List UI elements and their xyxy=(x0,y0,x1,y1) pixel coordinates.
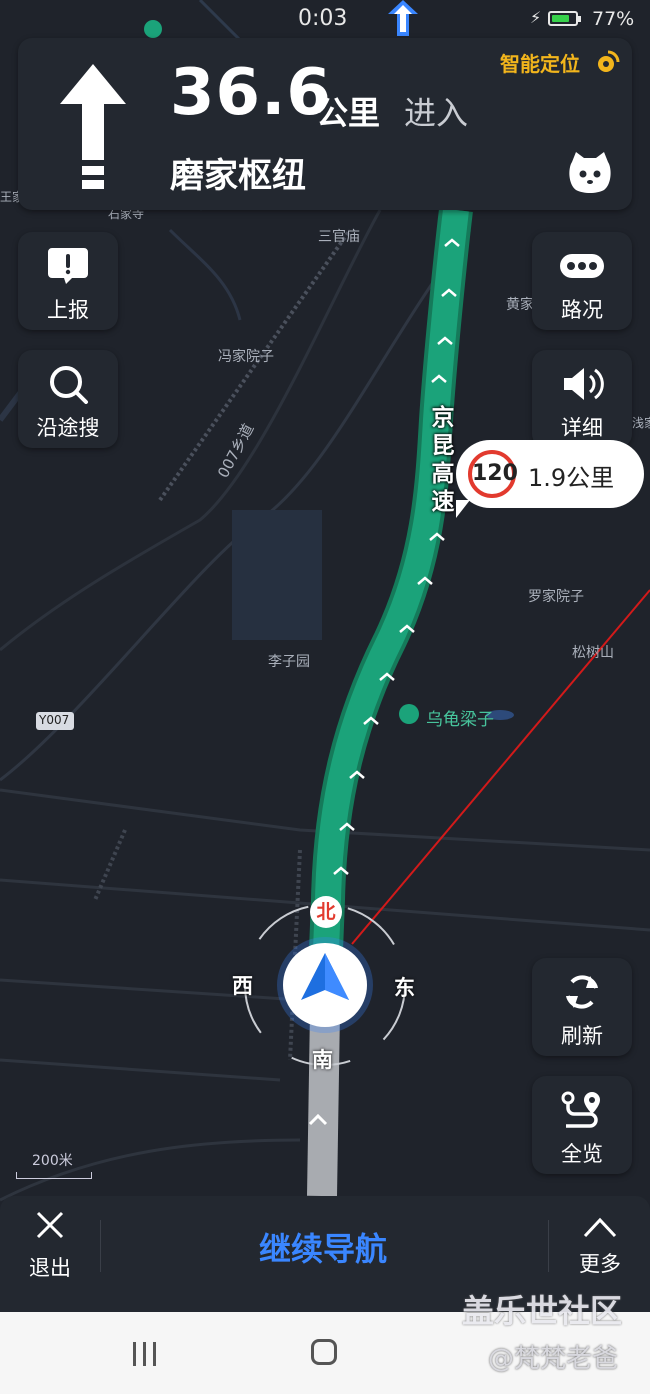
status-bar: 0:03 ⚡ 77% xyxy=(0,0,650,40)
refresh-icon xyxy=(566,975,598,1009)
next-road-name: 磨家枢纽 xyxy=(170,156,306,196)
maneuver-action: 进入 xyxy=(404,94,469,132)
road-badge: Y007 xyxy=(39,713,70,727)
report-label: 上报 xyxy=(47,298,89,322)
compass-south: 南 xyxy=(312,1048,333,1072)
map-scale: 200米 xyxy=(16,1150,92,1179)
watermark-user: @梵梵老爸 xyxy=(488,1344,619,1374)
recent-apps-icon[interactable] xyxy=(130,1342,160,1366)
speaker-icon xyxy=(564,368,604,400)
compass-east: 东 xyxy=(394,976,415,1000)
exit-button[interactable]: 退出 xyxy=(22,1210,78,1282)
continue-navigation-button[interactable]: 继续导航 xyxy=(100,1224,546,1270)
map-label: 李子园 xyxy=(268,654,310,670)
clock: 0:03 xyxy=(298,6,348,31)
overview-icon xyxy=(561,1091,600,1128)
route-name-label: 京 昆 高 速 xyxy=(431,405,455,515)
divider xyxy=(548,1220,549,1272)
speed-limit-sign: 120 xyxy=(468,450,518,498)
poi-label[interactable]: 乌龟梁子 xyxy=(426,705,494,730)
remaining-distance: 36.6 xyxy=(170,56,332,130)
report-icon xyxy=(48,248,88,284)
traffic-icon xyxy=(560,254,604,278)
mascot-avatar-icon[interactable] xyxy=(566,150,614,194)
exit-label: 退出 xyxy=(29,1256,71,1280)
overview-button[interactable]: 全览 xyxy=(532,1076,632,1174)
search-along-button[interactable]: 沿途搜 xyxy=(18,350,118,448)
turn-instruction-card: 36.6 公里 进入 磨家枢纽 智能定位 xyxy=(18,38,632,210)
battery-icon xyxy=(548,11,581,26)
map-label: 三官庙 xyxy=(318,229,360,245)
satellite-icon[interactable] xyxy=(592,48,620,76)
watermark-site: 盖乐世社区 xyxy=(462,1292,623,1330)
voice-detail-label: 详细 xyxy=(561,416,603,440)
map-label: 冯家院子 xyxy=(218,349,274,365)
scale-bar xyxy=(16,1172,92,1179)
overview-label: 全览 xyxy=(561,1142,603,1166)
speed-camera-bubble: 120 1.9公里 xyxy=(456,440,644,518)
map-label: 浅家 xyxy=(632,416,650,430)
smart-location-label[interactable]: 智能定位 xyxy=(500,48,580,77)
refresh-button[interactable]: 刷新 xyxy=(532,958,632,1056)
more-label: 更多 xyxy=(579,1252,621,1276)
traffic-label: 路况 xyxy=(561,298,603,322)
straight-arrow-icon xyxy=(60,64,126,189)
voice-detail-button[interactable]: 详细 xyxy=(532,350,632,448)
search-icon xyxy=(50,366,88,404)
traffic-button[interactable]: 路况 xyxy=(532,232,632,330)
chevron-up-icon xyxy=(583,1217,617,1238)
refresh-label: 刷新 xyxy=(561,1024,603,1048)
scale-label: 200米 xyxy=(32,1153,73,1169)
charging-icon: ⚡ xyxy=(530,8,542,27)
home-icon[interactable] xyxy=(311,1339,337,1365)
map-label: 黄家 xyxy=(506,297,534,313)
compass-north: 北 xyxy=(310,896,342,928)
report-button[interactable]: 上报 xyxy=(18,232,118,330)
compass-west: 西 xyxy=(232,974,253,998)
navigation-arrow-icon xyxy=(388,0,418,36)
close-icon xyxy=(36,1211,64,1239)
more-button[interactable]: 更多 xyxy=(566,1216,634,1278)
speed-camera-distance: 1.9公里 xyxy=(528,464,615,492)
distance-unit: 公里 xyxy=(316,94,381,132)
search-along-label: 沿途搜 xyxy=(36,416,100,440)
battery-percent: 77% xyxy=(592,8,635,30)
map-label: 罗家院子 xyxy=(528,589,584,605)
map-label: 松树山 xyxy=(572,645,614,661)
